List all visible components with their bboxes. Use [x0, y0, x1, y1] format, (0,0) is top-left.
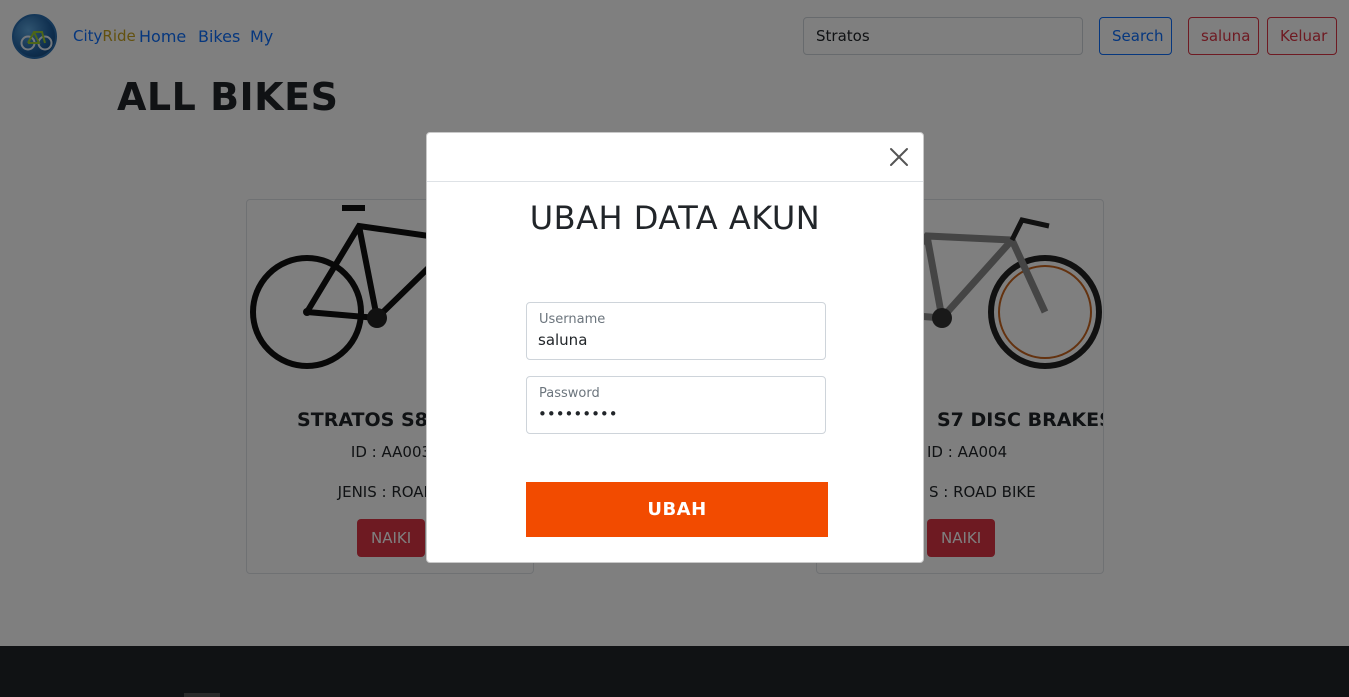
- password-label: Password: [539, 386, 600, 401]
- edit-account-modal: UBAH DATA AKUN Username Password UBAH: [426, 132, 924, 563]
- username-label: Username: [539, 312, 606, 327]
- password-input[interactable]: [538, 405, 814, 423]
- password-field[interactable]: Password: [526, 376, 826, 434]
- close-icon[interactable]: [887, 145, 911, 169]
- submit-button[interactable]: UBAH: [526, 482, 828, 537]
- username-input[interactable]: [538, 331, 814, 349]
- username-field[interactable]: Username: [526, 302, 826, 360]
- modal-header: [427, 133, 923, 182]
- modal-title: UBAH DATA AKUN: [529, 199, 821, 237]
